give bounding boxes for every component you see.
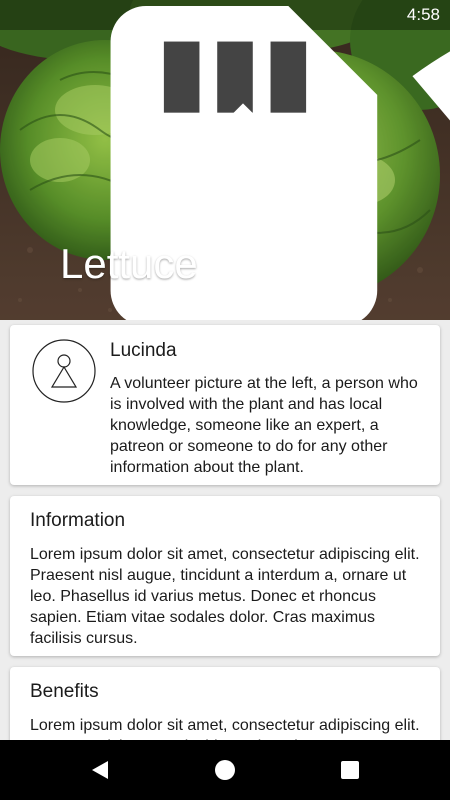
- hero-image: 4:58 Lettuce: [0, 0, 450, 320]
- nav-home-button[interactable]: [195, 740, 255, 800]
- benefits-title: Benefits: [30, 681, 99, 702]
- plant-details[interactable]: Lucinda A volunteer picture at the left,…: [0, 320, 450, 740]
- back-arrow-icon[interactable]: [18, 50, 350, 317]
- nav-back-button[interactable]: [70, 740, 130, 800]
- nav-recents-icon: [341, 761, 359, 779]
- benefits-card: Benefits Lorem ipsum dolor sit amet, con…: [10, 667, 440, 740]
- nav-back-icon: [92, 761, 108, 779]
- information-text: Lorem ipsum dolor sit amet, consectetur …: [30, 546, 420, 647]
- benefits-text: Lorem ipsum dolor sit amet, consectetur …: [30, 717, 420, 740]
- information-card: Information Lorem ipsum dolor sit amet, …: [10, 496, 440, 656]
- plant-title: Lettuce: [60, 240, 198, 287]
- volunteer-avatar: [32, 339, 96, 403]
- person-icon: [32, 339, 96, 403]
- volunteer-name: Lucinda: [110, 340, 177, 361]
- status-bar: 4:58: [0, 0, 450, 320]
- information-title: Information: [30, 510, 126, 531]
- nav-recents-button[interactable]: [320, 740, 380, 800]
- nav-home-icon: [215, 760, 235, 780]
- volunteer-card: Lucinda A volunteer picture at the left,…: [10, 325, 440, 485]
- volunteer-description: A volunteer picture at the left, a perso…: [110, 375, 418, 476]
- navigation-bar: [0, 740, 450, 800]
